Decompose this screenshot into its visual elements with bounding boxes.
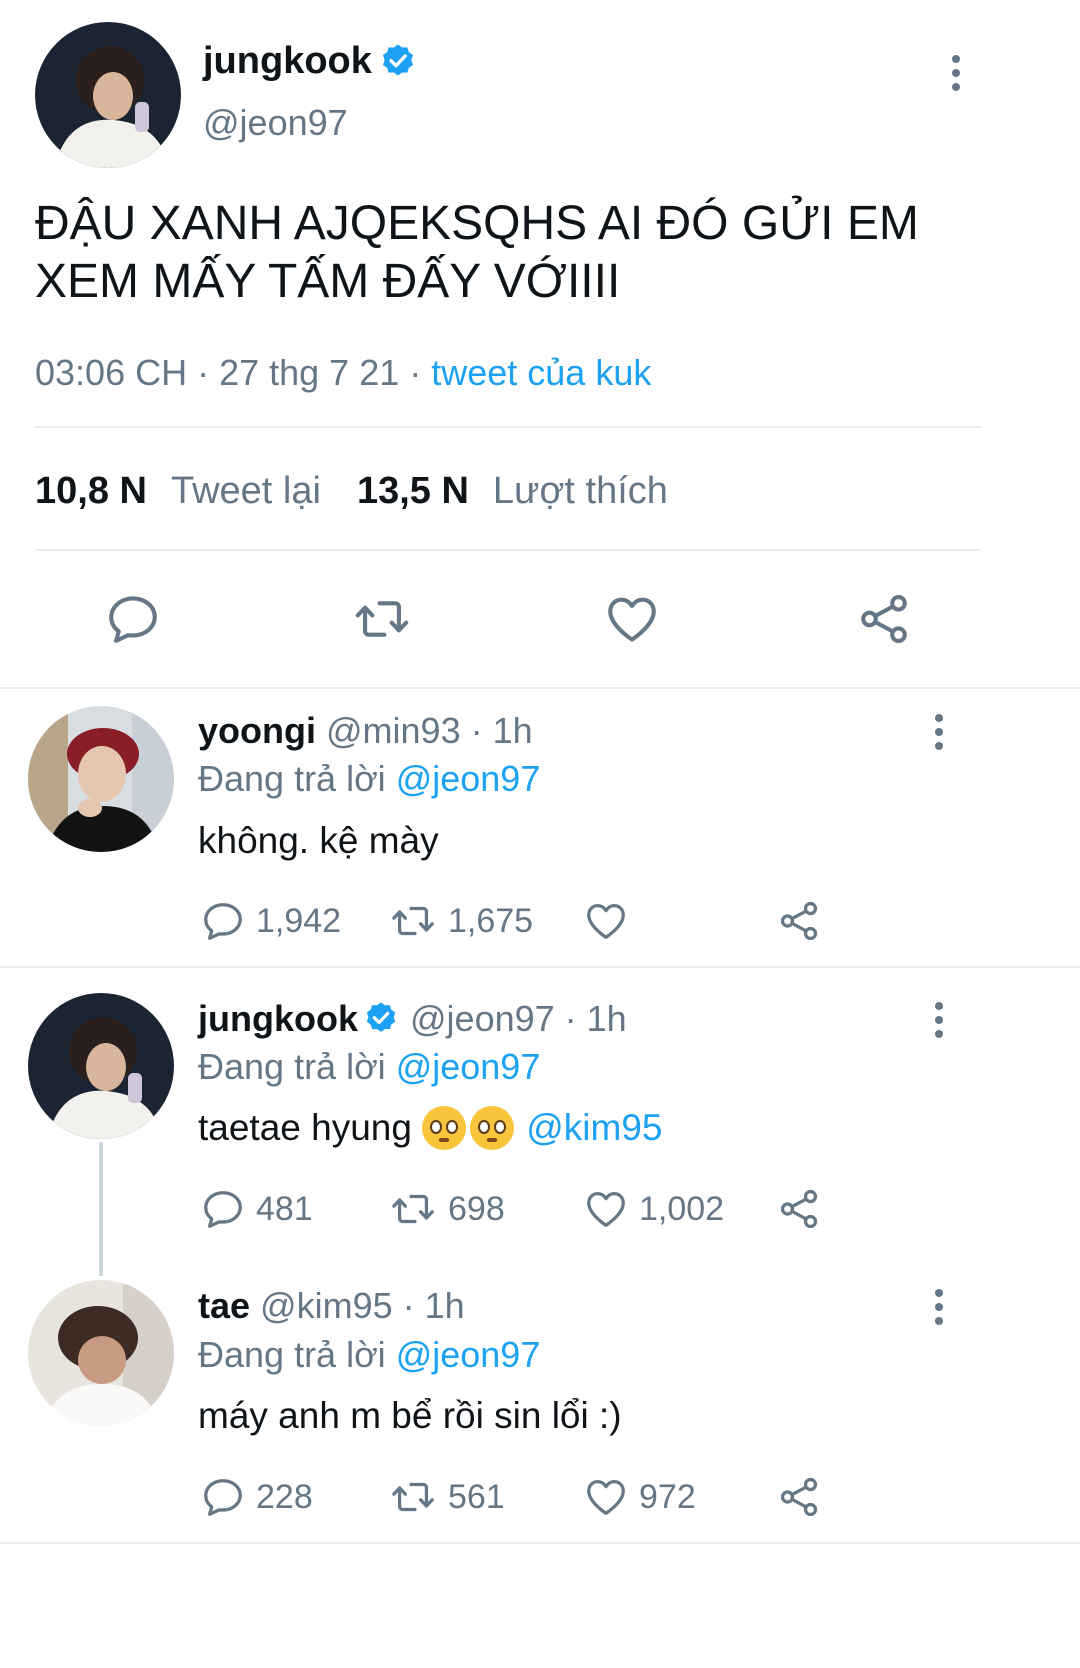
like-count[interactable]: 13,5 N: [357, 470, 469, 513]
verified-badge-icon: [362, 1000, 400, 1038]
more-vert-icon[interactable]: [933, 714, 945, 750]
user-handle[interactable]: @kim95: [260, 1285, 393, 1326]
like-icon: [583, 898, 629, 944]
replying-to: Đang trả lời @jeon97: [198, 1046, 541, 1087]
retweet-label[interactable]: Tweet lại: [171, 470, 321, 513]
pleading-face-emoji: [470, 1106, 515, 1150]
more-vert-icon[interactable]: [933, 1289, 945, 1325]
display-name[interactable]: jungkook: [203, 40, 372, 83]
reply-icon: [200, 898, 246, 944]
retweet-button[interactable]: 1,675: [388, 898, 533, 944]
retweet-button[interactable]: 698: [388, 1186, 505, 1232]
retweet-count: 1,675: [448, 901, 534, 940]
reply-icon: [200, 1474, 246, 1520]
user-handle[interactable]: @jeon97: [203, 102, 348, 144]
retweet-count: 698: [448, 1189, 505, 1228]
tweet-stats: 10,8 N Tweet lại 13,5 N Lượt thích: [35, 470, 668, 513]
verified-badge-icon: [378, 42, 418, 82]
replying-to: Đang trả lời @jeon97: [198, 1334, 541, 1375]
avatar[interactable]: [28, 993, 174, 1139]
pleading-face-emoji: [422, 1106, 467, 1150]
reply-text: máy anh m bể rồi sin lổi :): [198, 1395, 622, 1436]
retweet-icon: [388, 1186, 438, 1232]
replying-to-mention[interactable]: @jeon97: [396, 1334, 541, 1375]
reply-button[interactable]: 1,942: [200, 898, 341, 944]
divider: [0, 687, 1080, 689]
reply-icon[interactable]: [104, 590, 162, 648]
reply-button[interactable]: 481: [200, 1186, 313, 1232]
tweet-source[interactable]: tweet của kuk: [431, 352, 651, 393]
more-vert-icon[interactable]: [933, 1002, 945, 1038]
divider: [0, 966, 1080, 968]
tweet-text: ĐẬU XANH AJQEKSQHS AI ĐÓ GỬI EM XEM MẤY …: [35, 197, 919, 308]
retweet-button[interactable]: 561: [388, 1474, 505, 1520]
reply-count: 228: [256, 1477, 313, 1516]
like-icon[interactable]: [602, 590, 662, 648]
share-icon[interactable]: [776, 898, 822, 944]
mention-link[interactable]: @kim95: [526, 1107, 662, 1149]
display-name[interactable]: jungkook: [198, 998, 358, 1040]
user-handle[interactable]: @jeon97: [410, 998, 555, 1040]
divider: [35, 426, 981, 428]
display-name[interactable]: tae: [198, 1285, 250, 1326]
reply-text: taetae hyung @kim95: [198, 1106, 663, 1150]
tweet-meta: 03:06 CH · 27 thg 7 21 · tweet của kuk: [35, 352, 651, 394]
like-count: 972: [639, 1477, 696, 1516]
like-icon: [583, 1474, 629, 1520]
reply-time: · 1h: [392, 1285, 465, 1326]
replying-to: Đang trả lời @jeon97: [198, 758, 541, 799]
thread-line: [99, 1142, 103, 1276]
user-handle[interactable]: @min93: [326, 710, 461, 751]
like-icon: [583, 1186, 629, 1232]
retweet-icon: [388, 1474, 438, 1520]
replying-to-mention[interactable]: @jeon97: [396, 758, 541, 799]
display-name[interactable]: yoongi: [198, 710, 316, 751]
avatar[interactable]: [28, 1280, 174, 1426]
retweet-icon: [388, 898, 438, 944]
retweet-count: 561: [448, 1477, 505, 1516]
retweet-icon[interactable]: [350, 590, 414, 648]
reply-time: · 1h: [460, 710, 533, 751]
like-label[interactable]: Lượt thích: [493, 470, 668, 513]
like-count: 1,002: [639, 1189, 725, 1228]
reply-button[interactable]: 228: [200, 1474, 313, 1520]
avatar[interactable]: [35, 22, 181, 168]
reply-text: không. kệ mày: [198, 820, 439, 861]
share-icon[interactable]: [776, 1474, 822, 1520]
like-button[interactable]: [583, 898, 639, 944]
divider: [0, 1542, 1080, 1544]
share-icon[interactable]: [776, 1186, 822, 1232]
reply-icon: [200, 1186, 246, 1232]
reply-time: · 1h: [554, 998, 627, 1039]
avatar[interactable]: [28, 706, 174, 852]
reply-count: 481: [256, 1189, 313, 1228]
share-icon[interactable]: [855, 590, 913, 648]
reply-count: 1,942: [256, 901, 342, 940]
like-button[interactable]: 972: [583, 1474, 696, 1520]
tweet-timestamp: 03:06 CH · 27 thg 7 21 ·: [35, 352, 432, 393]
like-button[interactable]: 1,002: [583, 1186, 724, 1232]
replying-to-mention[interactable]: @jeon97: [396, 1046, 541, 1087]
more-vert-icon[interactable]: [950, 55, 962, 91]
divider: [35, 549, 981, 551]
retweet-count[interactable]: 10,8 N: [35, 470, 147, 513]
